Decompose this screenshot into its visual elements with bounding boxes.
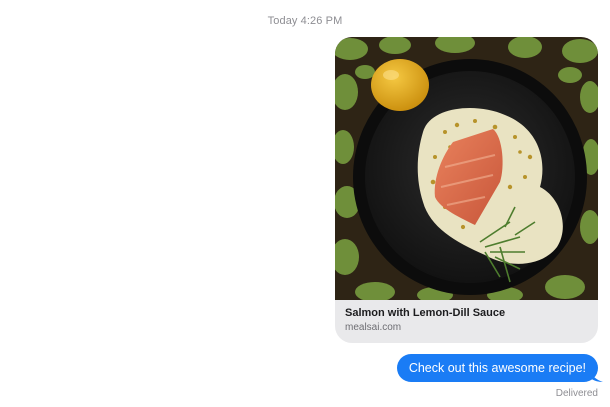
timestamp-time: 4:26 PM xyxy=(300,15,343,27)
delivery-status: Delivered xyxy=(555,388,598,399)
outgoing-message-bubble[interactable]: Check out this awesome recipe! xyxy=(396,354,598,382)
link-preview-title: Salmon with Lemon-Dill Sauce xyxy=(345,307,506,319)
outgoing-message-text: Check out this awesome recipe! xyxy=(408,361,586,375)
link-preview-domain: mealsai.com xyxy=(345,322,402,333)
link-preview-card[interactable]: Salmon with Lemon-Dill Sauce mealsai.com xyxy=(335,37,598,343)
message-timestamp: Today 4:26 PM xyxy=(0,15,610,27)
recipe-photo xyxy=(335,37,598,300)
link-preview-meta[interactable]: Salmon with Lemon-Dill Sauce mealsai.com xyxy=(335,300,598,343)
link-preview-image[interactable] xyxy=(335,37,598,300)
timestamp-day: Today xyxy=(267,15,298,27)
